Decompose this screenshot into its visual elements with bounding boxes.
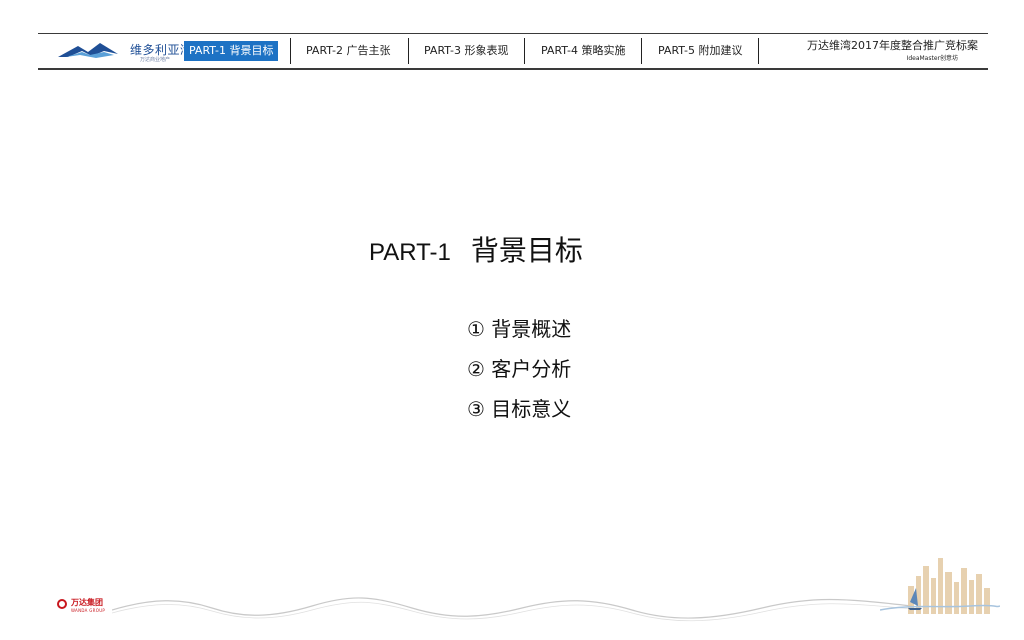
tab-separator [758,38,759,64]
header-top-rule [38,33,988,34]
wanda-emblem-icon [57,599,67,609]
section-part-name: 背景目标 [470,234,583,267]
section-title: PART-1 背景目标 [369,229,583,269]
logo-subtext: 万达商业地产 [140,57,171,63]
footer-brand-sub: WANDA GROUP [71,608,106,613]
section-part-label: PART-1 [369,239,451,266]
outline-item-3[interactable]: ③ 目标意义 [467,389,571,429]
tab-part-1[interactable]: PART-1 背景目标 [184,41,279,61]
mountain-logo-icon [58,43,118,58]
tab-separator [524,38,525,64]
outline-item-2[interactable]: ② 客户分析 [467,349,571,389]
city-skyline-icon [880,558,1000,614]
footer-brand: 万达集团 [71,598,103,607]
document-title: 万达维湾2017年度整合推广竞标案 [807,39,978,52]
section-outline: ① 背景概述 ② 客户分析 ③ 目标意义 [467,309,571,429]
tab-separator [641,38,642,64]
tab-part-5[interactable]: PART-5 附加建议 [658,41,742,61]
tab-separator [408,38,409,64]
document-subtitle: IdeaMaster创意坊 [906,55,958,62]
header-bottom-rule [38,68,988,70]
header-bar: 维多利亚湾 万达商业地产 PART-1 背景目标 PART-2 广告主张 PAR… [38,33,988,70]
decorative-wave-line [112,597,912,622]
tab-part-4[interactable]: PART-4 策略实施 [541,41,625,61]
tab-separator [290,38,291,64]
tab-part-2[interactable]: PART-2 广告主张 [306,41,390,61]
outline-item-1[interactable]: ① 背景概述 [467,309,571,349]
wanda-group-logo: 万达集团 WANDA GROUP [57,598,117,616]
tab-part-3[interactable]: PART-3 形象表现 [424,41,508,61]
